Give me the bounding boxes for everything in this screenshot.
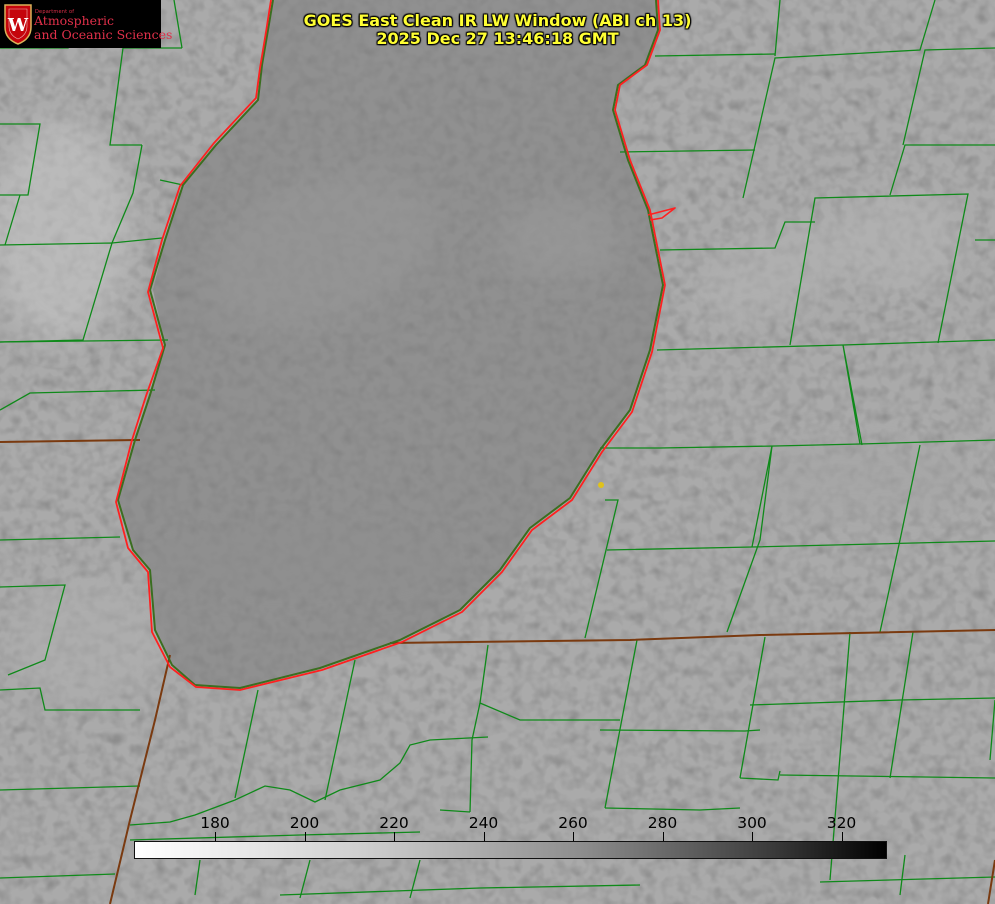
image-timestamp: 2025 Dec 27 13:46:18 GMT [376,29,619,48]
colorbar-tick-mark [662,832,664,841]
colorbar-tick-mark [304,832,306,841]
image-title: GOES East Clean IR LW Window (ABI ch 13) [303,11,692,30]
colorbar-tick-label: 180 [200,814,230,832]
colorbar-tick-mark [483,832,485,841]
colorbar-tick-label: 280 [647,814,678,832]
colorbar-tick-label: 200 [289,814,320,832]
colorbar-tick-label: 320 [826,814,857,832]
colorbar-tick-label: 300 [737,814,767,832]
satellite-image-viewer: W Department of Atmospheric and Oceanic … [0,0,995,904]
colorbar-tick-label: 240 [468,814,499,832]
colorbar-tick-mark [215,832,216,841]
colorbar-tick-label: 260 [558,814,588,832]
colorbar-tick-mark [841,832,843,841]
colorbar-tick-mark [752,832,753,841]
colorbar [134,841,887,859]
location-dot-icon [598,482,604,488]
colorbar-tick-mark [394,832,395,841]
satellite-map [0,0,995,904]
colorbar-tick-mark [573,832,574,841]
colorbar-tick-label: 220 [379,814,409,832]
